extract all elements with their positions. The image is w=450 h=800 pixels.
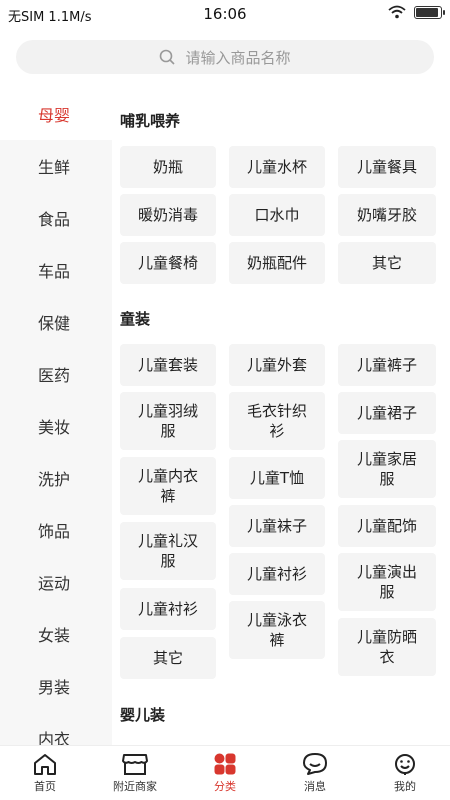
subcategory-chip[interactable]: 儿童套装 — [120, 344, 216, 386]
subcategory-chip[interactable]: 儿童羽绒服 — [120, 392, 216, 450]
section-title-feeding: 哺乳喂养 — [120, 112, 181, 130]
subcategory-chip[interactable]: 儿童内衣裤 — [120, 457, 216, 515]
tab-home-label: 首页 — [34, 780, 56, 793]
subcategory-chip[interactable]: 儿童裤子 — [338, 344, 436, 386]
search-placeholder: 请输入商品名称 — [185, 48, 291, 67]
subcategory-chip[interactable]: 儿童餐具 — [338, 146, 436, 188]
sidebar-item-nvzhuang[interactable]: 女装 — [0, 608, 112, 660]
bottom-tab-bar: 首页 附近商家 分类 消息 我的 — [0, 745, 450, 800]
tab-category[interactable]: 分类 — [180, 746, 270, 800]
tab-nearby-label: 附近商家 — [113, 780, 157, 793]
sidebar-item-shengxian[interactable]: 生鲜 — [0, 140, 112, 192]
subcategory-chip[interactable]: 儿童演出服 — [338, 553, 436, 611]
sidebar-item-meizhuang[interactable]: 美妆 — [0, 400, 112, 452]
subcategory-chip[interactable]: 其它 — [120, 637, 216, 679]
tab-home[interactable]: 首页 — [0, 746, 90, 800]
subcategory-chip[interactable]: 奶瓶 — [120, 146, 216, 188]
sidebar-item-neiyi[interactable]: 内衣 — [0, 712, 112, 745]
category-grid-icon — [214, 753, 236, 775]
tab-category-label: 分类 — [214, 780, 236, 793]
search-icon — [160, 49, 176, 65]
subcategory-chip[interactable]: 儿童家居服 — [338, 440, 436, 498]
subcategory-chip[interactable]: 儿童衬衫 — [120, 588, 216, 630]
sidebar-item-chepin[interactable]: 车品 — [0, 244, 112, 296]
subcategory-chip[interactable]: 毛衣针织衫 — [229, 392, 325, 450]
profile-face-icon — [395, 754, 415, 775]
sidebar-item-shipin-accessories[interactable]: 饰品 — [0, 504, 112, 556]
subcategory-chip[interactable]: 儿童T恤 — [229, 457, 325, 499]
subcategory-chip[interactable]: 儿童水杯 — [229, 146, 325, 188]
home-icon — [34, 754, 56, 775]
clock: 16:06 — [203, 5, 247, 23]
sidebar-item-shipin[interactable]: 食品 — [0, 192, 112, 244]
wifi-icon — [388, 5, 406, 19]
sidebar-item-yundong[interactable]: 运动 — [0, 556, 112, 608]
section-title-kids-clothing: 童装 — [120, 310, 151, 328]
tab-messages-label: 消息 — [304, 780, 326, 793]
status-icons — [388, 5, 445, 19]
sidebar-item-xihu[interactable]: 洗护 — [0, 452, 112, 504]
subcategory-chip[interactable]: 奶瓶配件 — [229, 242, 325, 284]
subcategory-chip[interactable]: 儿童衬衫 — [229, 553, 325, 595]
subcategory-chip[interactable]: 儿童裙子 — [338, 392, 436, 434]
subcategory-chip[interactable]: 其它 — [338, 242, 436, 284]
subcategory-chip[interactable]: 口水巾 — [229, 194, 325, 236]
search-input[interactable]: 请输入商品名称 — [16, 40, 434, 74]
subcategory-chip[interactable]: 儿童防晒衣 — [338, 618, 436, 676]
subcategory-chip[interactable]: 儿童配饰 — [338, 505, 436, 547]
section-title-baby-clothing: 婴儿装 — [120, 706, 166, 724]
category-sidebar: 母婴 生鲜 食品 车品 保健 医药 美妆 洗护 饰品 运动 女装 男装 内衣 — [0, 88, 112, 745]
sidebar-item-nanzhuang[interactable]: 男装 — [0, 660, 112, 712]
status-bar: 无SIM 1.1M/s 16:06 — [0, 0, 450, 28]
battery-icon — [414, 5, 445, 19]
tab-nearby-merchants[interactable]: 附近商家 — [90, 746, 180, 800]
store-icon — [122, 754, 148, 775]
subcategory-chip[interactable]: 儿童礼汉服 — [120, 522, 216, 580]
tab-profile[interactable]: 我的 — [360, 746, 450, 800]
sidebar-item-baojian[interactable]: 保健 — [0, 296, 112, 348]
sidebar-item-yiyao[interactable]: 医药 — [0, 348, 112, 400]
subcategory-panel: 哺乳喂养 奶瓶 儿童水杯 儿童餐具 暖奶消毒 口水巾 奶嘴牙胶 儿童餐椅 奶瓶配… — [112, 88, 450, 745]
tab-profile-label: 我的 — [394, 780, 416, 793]
subcategory-chip[interactable]: 儿童泳衣裤 — [229, 601, 325, 659]
subcategory-chip[interactable]: 儿童外套 — [229, 344, 325, 386]
subcategory-chip[interactable]: 儿童餐椅 — [120, 242, 216, 284]
sidebar-item-muying[interactable]: 母婴 — [0, 88, 112, 140]
subcategory-chip[interactable]: 奶嘴牙胶 — [338, 194, 436, 236]
subcategory-chip[interactable]: 暖奶消毒 — [120, 194, 216, 236]
tab-messages[interactable]: 消息 — [270, 746, 360, 800]
subcategory-chip[interactable]: 儿童袜子 — [229, 505, 325, 547]
message-bubble-icon — [303, 753, 327, 775]
